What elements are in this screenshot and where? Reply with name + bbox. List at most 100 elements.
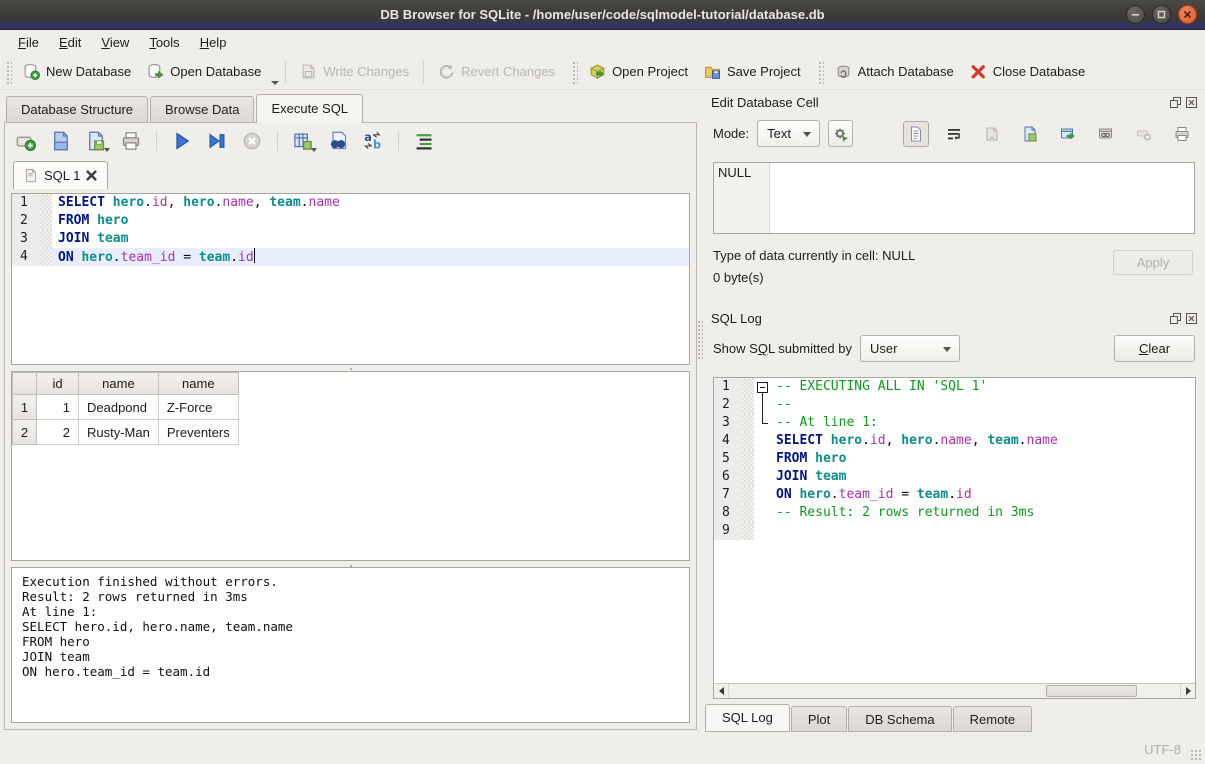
- find-and-replace-button[interactable]: ab: [362, 130, 384, 152]
- combo-arrow-icon: [943, 347, 951, 352]
- minimize-button[interactable]: [1126, 5, 1145, 24]
- stop-execution-button: [241, 130, 263, 152]
- float-panel-icon[interactable]: [1169, 312, 1181, 324]
- float-panel-icon[interactable]: [1169, 96, 1181, 108]
- table-cell[interactable]: 1: [37, 395, 79, 420]
- dock-tab-sql-log[interactable]: SQL Log: [705, 704, 790, 732]
- menu-help[interactable]: Help: [190, 32, 237, 53]
- table-cell[interactable]: Z-Force: [158, 395, 238, 420]
- dock-tab-db-schema[interactable]: DB Schema: [848, 706, 951, 732]
- revert-changes-icon: [438, 63, 455, 80]
- filter-label: Show SQL submitted by: [713, 341, 852, 356]
- print-cell-button[interactable]: [1169, 121, 1195, 147]
- scroll-left-arrow-icon[interactable]: [714, 684, 729, 698]
- save-sql-file-dropdown-icon[interactable]: [104, 148, 110, 152]
- cell-editor-content[interactable]: [770, 163, 1194, 233]
- save-sql-file-icon: [86, 131, 106, 151]
- row-header[interactable]: 2: [13, 420, 37, 445]
- log-horizontal-scrollbar[interactable]: [714, 683, 1195, 698]
- code-line-7[interactable]: 7ON hero.team_id = team.id: [714, 486, 1195, 504]
- export-file-button[interactable]: [1017, 121, 1043, 147]
- close-panel-icon[interactable]: [1185, 96, 1197, 108]
- table-cell[interactable]: Preventers: [158, 420, 238, 445]
- resize-grip[interactable]: [1190, 749, 1202, 761]
- close-tab-icon[interactable]: [86, 170, 97, 181]
- import-file-icon: [984, 126, 1000, 142]
- save-sql-file-button[interactable]: [85, 130, 107, 152]
- sql-document-tab[interactable]: SQL 1: [13, 161, 108, 189]
- open-external-button[interactable]: [1055, 121, 1081, 147]
- row-header[interactable]: 1: [13, 395, 37, 420]
- code-line-5[interactable]: 5FROM hero: [714, 450, 1195, 468]
- new-database-button[interactable]: New Database: [15, 59, 139, 84]
- code-line-8[interactable]: 8-- Result: 2 rows returned in 3ms: [714, 504, 1195, 522]
- dock-tab-remote[interactable]: Remote: [953, 706, 1033, 732]
- sql-log-panel: 1-- EXECUTING ALL IN 'SQL 1'2--3-- At li…: [713, 377, 1196, 699]
- scroll-right-arrow-icon[interactable]: [1180, 684, 1195, 698]
- format-sql-button[interactable]: [413, 130, 435, 152]
- attach-database-button[interactable]: Attach Database: [827, 59, 962, 84]
- scrollbar-thumb[interactable]: [1046, 685, 1137, 697]
- column-header-id[interactable]: id: [37, 373, 79, 395]
- print-button[interactable]: [120, 130, 142, 152]
- open-external-icon: [1060, 126, 1076, 142]
- execute-all-button[interactable]: [171, 130, 193, 152]
- code-line-4[interactable]: 4SELECT hero.id, hero.name, team.name: [714, 432, 1195, 450]
- code-line-1[interactable]: 1SELECT hero.id, hero.name, team.name: [12, 194, 689, 212]
- menu-view[interactable]: View: [91, 32, 139, 53]
- code-line-2[interactable]: 2--: [714, 396, 1195, 414]
- tab-database-structure[interactable]: Database Structure: [6, 96, 148, 123]
- code-line-3[interactable]: 3-- At line 1:: [714, 414, 1195, 432]
- text-mode-button[interactable]: [903, 121, 929, 147]
- sql-log-content[interactable]: 1-- EXECUTING ALL IN 'SQL 1'2--3-- At li…: [714, 378, 1195, 683]
- open-database-dropdown-icon[interactable]: [271, 81, 279, 85]
- maximize-button[interactable]: [1152, 5, 1171, 24]
- cell-value-editor[interactable]: NULL: [713, 162, 1195, 234]
- clear-log-button[interactable]: Clear: [1114, 335, 1195, 362]
- menu-file[interactable]: File: [8, 32, 49, 53]
- find-button[interactable]: [327, 130, 349, 152]
- menu-edit[interactable]: Edit: [49, 32, 91, 53]
- code-line-3[interactable]: 3JOIN team: [12, 230, 689, 248]
- toolbar-drag-handle[interactable]: [5, 60, 12, 84]
- tab-execute-sql[interactable]: Execute SQL: [256, 94, 363, 123]
- copy-link-button[interactable]: [1093, 121, 1119, 147]
- table-cell[interactable]: Rusty-Man: [79, 420, 159, 445]
- code-text: -- Result: 2 rows returned in 3ms: [770, 504, 1195, 522]
- sql-editor[interactable]: 1SELECT hero.id, hero.name, team.name2FR…: [11, 193, 690, 365]
- code-line-9[interactable]: 9: [714, 522, 1195, 540]
- close-button[interactable]: [1178, 5, 1197, 24]
- execute-current-line-button[interactable]: [206, 130, 228, 152]
- fold-collapse-icon[interactable]: [754, 378, 770, 396]
- code-line-1[interactable]: 1-- EXECUTING ALL IN 'SQL 1': [714, 378, 1195, 396]
- toolbar-drag-handle[interactable]: [571, 60, 578, 84]
- word-wrap-button[interactable]: [941, 121, 967, 147]
- right-pane: Edit Database Cell Mode: Text: [703, 90, 1205, 735]
- import-file-button: [979, 121, 1005, 147]
- open-new-sql-tab-button[interactable]: [15, 130, 37, 152]
- open-database-button[interactable]: Open Database: [139, 59, 269, 84]
- dock-tab-plot[interactable]: Plot: [791, 706, 847, 732]
- column-header-name[interactable]: name: [158, 373, 238, 395]
- save-results-view-dropdown-icon[interactable]: [311, 148, 317, 152]
- toolbar-drag-handle[interactable]: [817, 60, 824, 84]
- code-line-4[interactable]: 4ON hero.team_id = team.id: [12, 248, 689, 266]
- table-cell[interactable]: Deadpond: [79, 395, 159, 420]
- table-cell[interactable]: 2: [37, 420, 79, 445]
- open-sql-file-button[interactable]: [50, 130, 72, 152]
- close-database-button[interactable]: Close Database: [962, 59, 1094, 84]
- close-panel-icon[interactable]: [1185, 312, 1197, 324]
- menu-tools[interactable]: Tools: [139, 32, 189, 53]
- encoding-indicator[interactable]: UTF-8: [1144, 742, 1181, 757]
- submitter-combobox[interactable]: User: [860, 335, 960, 362]
- save-results-view-button[interactable]: [292, 130, 314, 152]
- open-project-button[interactable]: Open Project: [581, 59, 696, 84]
- tab-browse-data[interactable]: Browse Data: [150, 96, 254, 123]
- mode-combobox[interactable]: Text: [757, 120, 820, 147]
- code-line-2[interactable]: 2FROM hero: [12, 212, 689, 230]
- apply-data-button[interactable]: [828, 120, 853, 147]
- column-header-name[interactable]: name: [79, 373, 159, 395]
- table-row: 22Rusty-ManPreventers: [13, 420, 239, 445]
- code-line-6[interactable]: 6JOIN team: [714, 468, 1195, 486]
- save-project-button[interactable]: Save Project: [696, 59, 809, 84]
